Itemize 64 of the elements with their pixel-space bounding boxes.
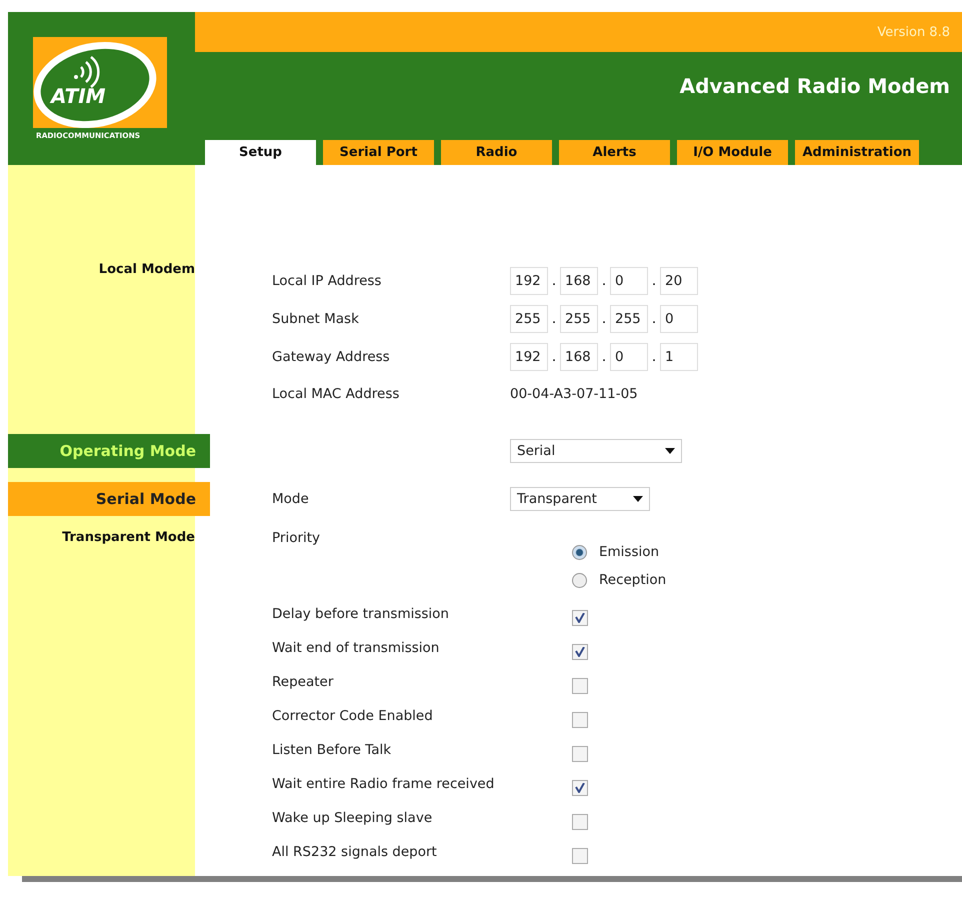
ip-octet-field[interactable]: 255 <box>510 305 548 333</box>
checkbox[interactable] <box>572 746 588 762</box>
nav-tab[interactable]: I/O Module <box>677 140 788 165</box>
nav-tab[interactable]: Serial Port <box>323 140 434 165</box>
checkbox[interactable] <box>572 814 588 830</box>
dropdown[interactable]: Transparent <box>510 487 650 511</box>
ip-octet-field[interactable]: 255 <box>560 305 598 333</box>
field-label: Local MAC Address <box>272 386 400 402</box>
mac-address: 00-04-A3-07-11-05 <box>510 386 639 402</box>
ip-octet-field[interactable]: 192 <box>510 343 548 371</box>
ip-octet-field[interactable]: 20 <box>660 267 698 295</box>
section-band: Operating Mode <box>8 434 210 468</box>
version-label: Version 8.8 <box>877 24 950 40</box>
checkbox[interactable] <box>572 780 588 796</box>
field-label: Gateway Address <box>272 349 391 365</box>
section-title: Local Modem <box>98 262 195 277</box>
field-label: Priority <box>272 530 322 546</box>
nav-tab[interactable]: Administration <box>795 140 919 165</box>
field-label: Wait entire Radio frame received <box>272 775 496 792</box>
field-label: Subnet Mask <box>272 311 360 327</box>
ip-octet-field[interactable]: 255 <box>610 305 648 333</box>
field-label: Mode <box>272 491 310 507</box>
field-label: Wake up Sleeping slave <box>272 809 434 826</box>
section-band: Serial Mode <box>8 482 210 516</box>
ip-octet-field[interactable]: 0 <box>610 267 648 295</box>
dot-separator: . <box>600 349 608 365</box>
checkbox[interactable] <box>572 712 588 728</box>
field-label: Repeater <box>272 673 334 690</box>
ip-octet-field[interactable]: 1 <box>660 343 698 371</box>
checkbox[interactable] <box>572 678 588 694</box>
dot-separator: . <box>650 349 658 365</box>
section-title: Transparent Mode <box>61 530 195 545</box>
dot-separator: . <box>600 273 608 289</box>
checkbox[interactable] <box>572 644 588 660</box>
radio-button[interactable] <box>572 544 587 560</box>
dropdown[interactable]: Serial <box>510 439 682 463</box>
field-label: Delay before transmission <box>272 605 450 622</box>
field-label: Local IP Address <box>272 273 382 289</box>
radio-option[interactable]: Reception <box>572 566 962 594</box>
dot-separator: . <box>650 311 658 327</box>
checkbox[interactable] <box>572 610 588 626</box>
field-label: Listen Before Talk <box>272 741 392 758</box>
field-label: Corrector Code Enabled <box>272 707 434 724</box>
dot-separator: . <box>650 273 658 289</box>
ip-octet-field[interactable]: 0 <box>660 305 698 333</box>
nav-tab[interactable]: Setup <box>205 140 316 165</box>
radio-button[interactable] <box>572 572 587 588</box>
ip-octet-field[interactable]: 168 <box>560 343 598 371</box>
ip-octet-field[interactable]: 168 <box>560 267 598 295</box>
caret-icon <box>633 496 643 502</box>
nav-tab[interactable]: Radio <box>441 140 552 165</box>
ip-octet-field[interactable]: 0 <box>610 343 648 371</box>
caret-icon <box>665 448 675 454</box>
ip-octet-field[interactable]: 192 <box>510 267 548 295</box>
checkbox[interactable] <box>572 848 588 864</box>
app-title: Advanced Radio Modem <box>680 74 950 98</box>
field-label: Wait end of transmission <box>272 639 440 656</box>
field-label: All RS232 signals deport <box>272 843 438 860</box>
dot-separator: . <box>550 273 558 289</box>
dot-separator: . <box>550 311 558 327</box>
nav-tab[interactable]: Alerts <box>559 140 670 165</box>
dot-separator: . <box>550 349 558 365</box>
dot-separator: . <box>600 311 608 327</box>
radio-option[interactable]: Emission <box>572 538 962 566</box>
